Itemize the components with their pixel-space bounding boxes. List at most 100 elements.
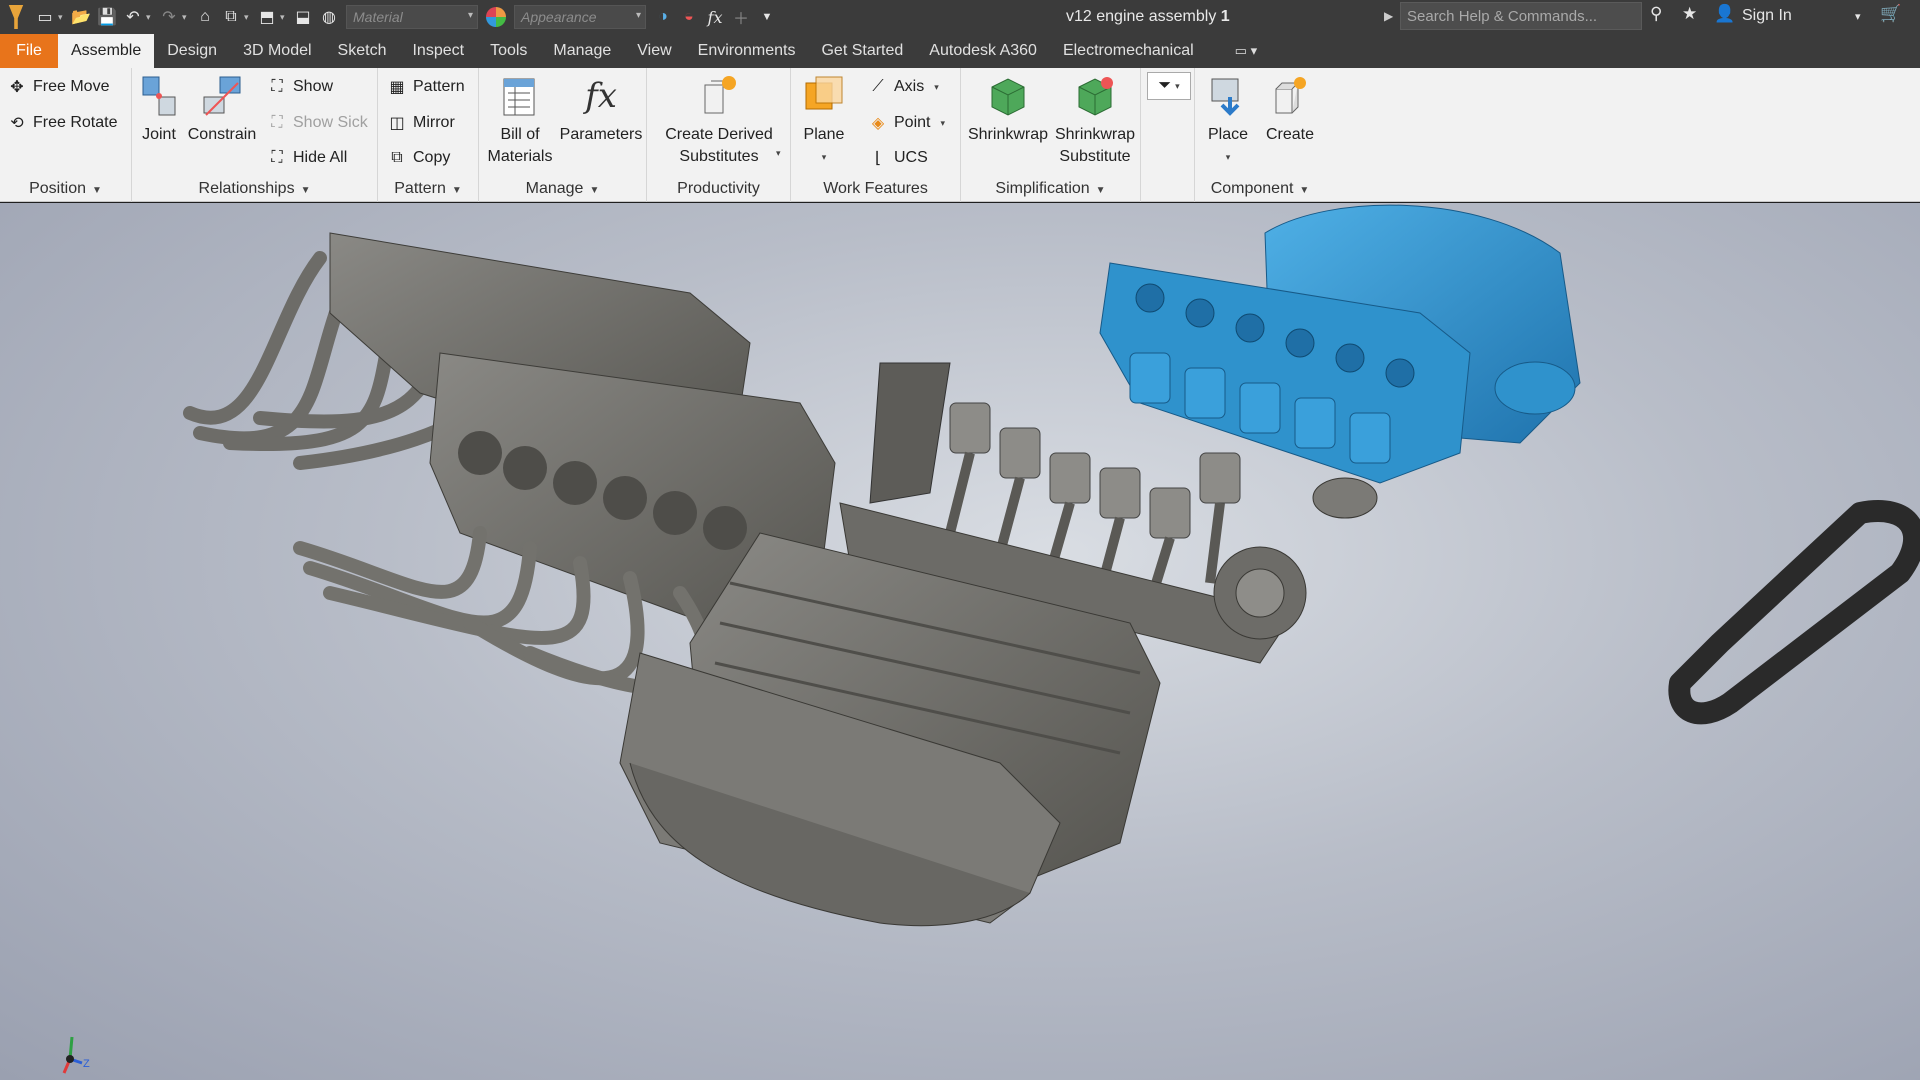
user-icon[interactable]: 👤 xyxy=(1714,4,1735,24)
create-derived-substitutes-button[interactable]: Create Derived Substitutes xyxy=(651,72,787,168)
shrinkwrap-button[interactable]: Shrinkwrap xyxy=(965,72,1051,146)
point-icon: ◈ xyxy=(871,115,885,132)
tab-autodesk-a360[interactable]: Autodesk A360 xyxy=(916,34,1050,68)
constrain-button[interactable]: Constrain xyxy=(184,72,260,146)
point-button[interactable]: ◈ Point ▾ xyxy=(867,109,945,137)
bom-label-line1: Bill of xyxy=(500,126,540,143)
tab-electromechanical[interactable]: Electromechanical xyxy=(1050,34,1207,68)
derived-substitutes-icon xyxy=(696,72,742,120)
free-rotate-label: Free Rotate xyxy=(33,114,118,131)
engine-assembly-view xyxy=(183,204,1920,927)
material-select[interactable]: Material ▾ xyxy=(346,5,478,29)
mirror-button[interactable]: ◫ Mirror xyxy=(386,109,454,137)
appearance-select[interactable]: Appearance ▾ xyxy=(514,5,646,29)
open-folder-icon[interactable]: 📂 xyxy=(68,4,94,30)
search-help-input[interactable]: Search Help & Commands... xyxy=(1400,2,1642,30)
redo-icon[interactable]: ↷ xyxy=(156,4,182,30)
adjust-appearance-icon[interactable]: ◑ xyxy=(650,4,676,30)
place-dropdown-icon[interactable]: ▾ xyxy=(1226,146,1231,168)
derived-label-line1: Create Derived xyxy=(665,126,773,143)
panel-work-features-title: Work Features xyxy=(823,180,928,197)
measure-icon[interactable]: ⬓ xyxy=(290,4,316,30)
panel-title-simplification[interactable]: Simplification ▼ xyxy=(961,178,1140,202)
free-move-icon: ✥ xyxy=(10,79,24,96)
panel-title-component[interactable]: Component ▼ xyxy=(1195,178,1325,202)
globe-icon[interactable]: ◍ xyxy=(316,4,342,30)
show-sick-button[interactable]: ⛶ Show Sick xyxy=(266,109,367,137)
tab-3d-model[interactable]: 3D Model xyxy=(230,34,324,68)
panel-filter: ⏷ ▾ xyxy=(1141,68,1195,202)
free-rotate-button[interactable]: ⟲ Free Rotate xyxy=(6,109,117,137)
tab-inspect[interactable]: Inspect xyxy=(399,34,477,68)
drive-belt[interactable] xyxy=(1668,500,1920,725)
favorites-star-icon[interactable]: ★ xyxy=(1682,4,1697,24)
place-button[interactable]: Place ▾ xyxy=(1201,72,1255,168)
ribbon-display-toggle-icon[interactable]: ▭ ▾ xyxy=(1235,34,1257,68)
tab-assemble[interactable]: Assemble xyxy=(58,34,155,68)
tab-view[interactable]: View xyxy=(624,34,684,68)
parameters-button[interactable]: fx Parameters xyxy=(559,72,643,146)
panel-pattern: ▦ Pattern ◫ Mirror ⧉ Copy Pattern ▼ xyxy=(378,68,479,202)
hide-all-button[interactable]: ⛶ Hide All xyxy=(266,144,347,172)
new-file-icon[interactable]: ▭ xyxy=(32,4,58,30)
create-component-icon xyxy=(1267,72,1313,120)
search-expand-icon[interactable]: ▶ xyxy=(1384,9,1393,23)
tab-design[interactable]: Design xyxy=(154,34,230,68)
select-icon[interactable]: ⧉ xyxy=(218,4,244,30)
create-button[interactable]: Create xyxy=(1259,72,1321,146)
home-icon[interactable]: ⌂ xyxy=(192,4,218,30)
tab-tools[interactable]: Tools xyxy=(477,34,540,68)
tab-file[interactable]: File xyxy=(0,34,58,68)
undo-icon[interactable]: ↶ xyxy=(120,4,146,30)
plane-button[interactable]: Plane ▾ xyxy=(795,72,853,168)
panel-title-work-features: Work Features xyxy=(791,178,960,202)
tab-environments[interactable]: Environments xyxy=(685,34,809,68)
selection-filter-button[interactable]: ⏷ ▾ xyxy=(1147,72,1191,100)
derived-dropdown-icon[interactable]: ▾ xyxy=(776,148,781,159)
free-move-button[interactable]: ✥ Free Move xyxy=(6,73,109,101)
copy-button[interactable]: ⧉ Copy xyxy=(386,144,450,172)
graphics-viewport[interactable]: Z xyxy=(0,203,1920,1080)
customize-dropdown-icon[interactable]: ▼ xyxy=(754,4,780,30)
pattern-button[interactable]: ▦ Pattern xyxy=(386,73,464,101)
joint-button[interactable]: Joint xyxy=(138,72,180,146)
tab-get-started[interactable]: Get Started xyxy=(808,34,916,68)
plus-icon[interactable]: ＋ xyxy=(728,4,754,30)
appearance-ball-icon[interactable] xyxy=(486,7,506,27)
document-title-number: 1 xyxy=(1220,8,1230,25)
save-icon[interactable]: 💾 xyxy=(94,4,120,30)
cart-icon[interactable]: 🛒 xyxy=(1880,4,1901,24)
undo-dropdown-icon[interactable]: ▾ xyxy=(146,12,156,23)
function-icon[interactable]: fx xyxy=(702,4,728,30)
select-dropdown-icon[interactable]: ▾ xyxy=(244,12,254,23)
panel-title-manage[interactable]: Manage ▼ xyxy=(479,178,646,202)
inventor-logo-icon[interactable] xyxy=(0,0,32,34)
redo-dropdown-icon[interactable]: ▾ xyxy=(182,12,192,23)
sign-in-link[interactable]: Sign In xyxy=(1742,7,1792,25)
show-icon: ⛶ xyxy=(271,78,283,95)
axis-button[interactable]: ⟋ Axis ▾ xyxy=(867,73,938,101)
panel-title-productivity: Productivity xyxy=(647,178,790,202)
binoculars-icon[interactable]: ⚲ xyxy=(1650,4,1662,24)
plane-dropdown-icon[interactable]: ▾ xyxy=(822,146,827,168)
timing-pulley[interactable] xyxy=(1213,546,1307,640)
panel-title-position[interactable]: Position ▼ xyxy=(0,178,131,202)
shrinkwrap-label: Shrinkwrap xyxy=(967,126,1049,143)
appearance-dropdown-icon: ▾ xyxy=(635,10,641,21)
ucs-button[interactable]: ⌊ UCS xyxy=(867,144,928,172)
tab-manage[interactable]: Manage xyxy=(540,34,624,68)
oil-filter[interactable] xyxy=(1312,477,1378,519)
update-icon[interactable]: ⬒ xyxy=(254,4,280,30)
shrinkwrap-substitute-button[interactable]: Shrinkwrap Substitute xyxy=(1053,72,1137,168)
sign-in-dropdown-icon[interactable]: ▾ xyxy=(1855,10,1861,23)
show-button[interactable]: ⛶ Show xyxy=(266,73,333,101)
new-dropdown-icon[interactable]: ▾ xyxy=(58,12,68,23)
panel-title-relationships[interactable]: Relationships ▼ xyxy=(132,178,377,202)
bill-of-materials-button[interactable]: Bill of Materials xyxy=(481,72,559,168)
tab-sketch[interactable]: Sketch xyxy=(325,34,400,68)
update-dropdown-icon[interactable]: ▾ xyxy=(280,12,290,23)
intake-manifold-selected[interactable] xyxy=(1099,204,1581,484)
panel-position: ✥ Free Move ⟲ Free Rotate Position ▼ xyxy=(0,68,132,202)
clear-appearance-icon[interactable]: ◒ xyxy=(676,4,702,30)
panel-title-pattern[interactable]: Pattern ▼ xyxy=(378,178,478,202)
